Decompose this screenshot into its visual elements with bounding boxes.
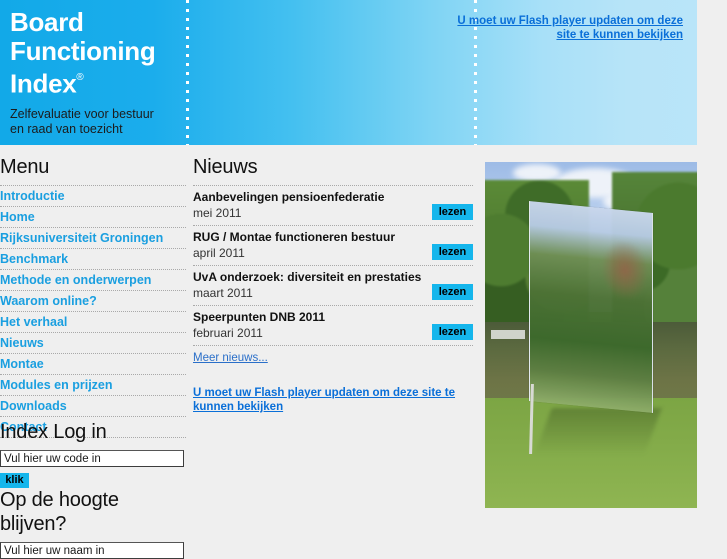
- header-dotted-divider-left: [186, 0, 189, 145]
- menu-link-modules-en-prijzen[interactable]: Modules en prijzen: [0, 375, 186, 395]
- hero-photo-container: [485, 162, 697, 508]
- sidebar-item-montae[interactable]: Montae: [0, 354, 186, 375]
- header-flash-player-notice: U moet uw Flash player updaten om deze s…: [435, 14, 683, 42]
- news-list: Aanbevelingen pensioenfederatie mei 2011…: [193, 185, 473, 346]
- sidebar-item-home[interactable]: Home: [0, 207, 186, 228]
- menu-link-montae[interactable]: Montae: [0, 354, 186, 374]
- photo-mirror-panel: [529, 201, 653, 413]
- news-heading: Nieuws: [193, 156, 258, 178]
- menu-link-waarom-online[interactable]: Waarom online?: [0, 291, 186, 311]
- site-tagline: Zelfevaluatie voor bestuur en raad van t…: [10, 107, 190, 137]
- menu-link-rijksuniversiteit-groningen[interactable]: Rijksuniversiteit Groningen: [0, 228, 186, 248]
- menu-heading: Menu: [0, 156, 50, 178]
- menu-link-nieuws[interactable]: Nieuws: [0, 333, 186, 353]
- menu-link-home[interactable]: Home: [0, 207, 186, 227]
- login-heading: Index Log in: [0, 421, 107, 443]
- logo-line-3: Index®: [10, 66, 185, 99]
- menu-link-downloads[interactable]: Downloads: [0, 396, 186, 416]
- sidebar-item-downloads[interactable]: Downloads: [0, 396, 186, 417]
- news-item-date: april 2011: [193, 246, 245, 260]
- photo-dock: [491, 330, 525, 339]
- news-item-title: RUG / Montae functioneren bestuur: [193, 230, 396, 244]
- photo-mirror-reflection-highlight: [601, 237, 649, 303]
- news-section: Nieuws Aanbevelingen pensioenfederatie m…: [193, 155, 473, 414]
- news-read-button[interactable]: lezen: [432, 244, 473, 260]
- news-item-date: maart 2011: [193, 286, 253, 300]
- photo-mirror-shadow: [534, 408, 662, 456]
- news-item: Aanbevelingen pensioenfederatie mei 2011…: [193, 186, 473, 226]
- news-item: UvA onderzoek: diversiteit en prestaties…: [193, 266, 473, 306]
- news-item-date: februari 2011: [193, 326, 263, 340]
- news-item-title: Speerpunten DNB 2011: [193, 310, 326, 324]
- flash-player-update-link-body[interactable]: U moet uw Flash player updaten om deze s…: [193, 387, 455, 413]
- sidebar-item-benchmark[interactable]: Benchmark: [0, 249, 186, 270]
- logo-line-2: Functioning: [10, 36, 156, 66]
- sidebar-item-modules-en-prijzen[interactable]: Modules en prijzen: [0, 375, 186, 396]
- news-item-title: UvA onderzoek: diversiteit en prestaties: [193, 270, 422, 284]
- sidebar-item-het-verhaal[interactable]: Het verhaal: [0, 312, 186, 333]
- logo-line-3-text: Index: [10, 68, 77, 99]
- newsletter-heading: Op de hoogte blijven?: [0, 489, 119, 535]
- sidebar-forms: Index Log in klik Op de hoogte blijven?: [0, 420, 186, 559]
- sidebar-item-introductie[interactable]: Introductie: [0, 186, 186, 207]
- menu-link-het-verhaal[interactable]: Het verhaal: [0, 312, 186, 332]
- sidebar-item-rijksuniversiteit-groningen[interactable]: Rijksuniversiteit Groningen: [0, 228, 186, 249]
- news-read-button[interactable]: lezen: [432, 204, 473, 220]
- park-mirror-photo: [485, 162, 697, 508]
- logo-line-1: Board: [10, 7, 84, 37]
- sidebar-item-waarom-online[interactable]: Waarom online?: [0, 291, 186, 312]
- sidebar-item-nieuws[interactable]: Nieuws: [0, 333, 186, 354]
- registered-trademark-icon: ®: [76, 72, 84, 83]
- news-item-date: mei 2011: [193, 206, 242, 220]
- menu-link-benchmark[interactable]: Benchmark: [0, 249, 186, 269]
- menu-link-introductie[interactable]: Introductie: [0, 186, 186, 206]
- news-item-title: Aanbevelingen pensioenfederatie: [193, 190, 385, 204]
- news-read-button[interactable]: lezen: [432, 324, 473, 340]
- news-read-button[interactable]: lezen: [432, 284, 473, 300]
- sidebar-item-methode-en-onderwerpen[interactable]: Methode en onderwerpen: [0, 270, 186, 291]
- news-item: Speerpunten DNB 2011 februari 2011 lezen: [193, 306, 473, 346]
- site-header: Board Functioning Index® Zelfevaluatie v…: [0, 0, 697, 145]
- site-logo: Board Functioning Index®: [10, 8, 185, 99]
- login-submit-button[interactable]: klik: [0, 473, 29, 488]
- menu-list: Introductie Home Rijksuniversiteit Groni…: [0, 185, 186, 438]
- body-flash-player-notice: U moet uw Flash player updaten om deze s…: [193, 386, 465, 414]
- tagline-line-2: en raad van toezicht: [10, 122, 123, 136]
- menu-link-methode-en-onderwerpen[interactable]: Methode en onderwerpen: [0, 270, 186, 290]
- flash-player-update-link-header[interactable]: U moet uw Flash player updaten om deze s…: [457, 15, 683, 41]
- login-code-input[interactable]: [0, 450, 184, 467]
- more-news-link[interactable]: Meer nieuws...: [193, 352, 268, 364]
- news-item: RUG / Montae functioneren bestuur april …: [193, 226, 473, 266]
- sidebar-menu: Menu Introductie Home Rijksuniversiteit …: [0, 155, 186, 438]
- tagline-line-1: Zelfevaluatie voor bestuur: [10, 107, 154, 121]
